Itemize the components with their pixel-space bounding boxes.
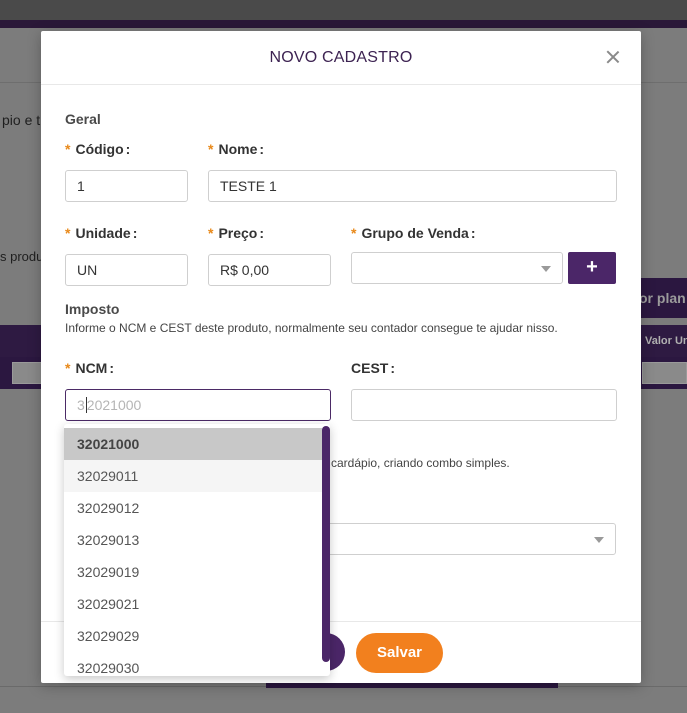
ncm-label: * NCM: [65,360,115,376]
modal-header: NOVO CADASTRO [41,31,641,85]
add-grupo-venda-button[interactable]: + [568,252,616,284]
ncm-option[interactable]: 32029030 [64,652,322,676]
ncm-option[interactable]: 32029011 [64,460,322,492]
nome-label: * Nome: [208,141,265,157]
bg-text-top: pio e t [2,112,41,128]
unidade-label: * Unidade: [65,225,138,241]
ncm-option[interactable]: 32029013 [64,524,322,556]
imposto-description: Informe o NCM e CEST deste produto, norm… [65,321,558,335]
ncm-option[interactable]: 32029021 [64,588,322,620]
ncm-option[interactable]: 32029012 [64,492,322,524]
close-icon[interactable] [604,48,622,66]
codigo-input[interactable]: 1 [65,170,188,202]
bg-row-input [642,362,687,384]
bg-row-input [12,362,42,384]
modal-title: NOVO CADASTRO [269,49,413,66]
cest-label: CEST: [351,360,396,376]
dropdown-scrollbar[interactable] [322,426,330,662]
grupo-venda-label: * Grupo de Venda: [351,225,476,241]
cest-input[interactable] [351,389,617,421]
bg-text-mid: s produ [0,249,44,264]
nome-input[interactable]: TESTE 1 [208,170,617,202]
ncm-option[interactable]: 32029019 [64,556,322,588]
ncm-option[interactable]: 32021000 [64,428,322,460]
ncm-options-list: 32021000 32029011 32029012 32029013 32029019… [64,428,322,676]
codigo-label: * Código: [65,141,131,157]
bg-action-button: or plan [641,278,687,318]
chevron-down-icon [541,266,551,272]
app-topbar-accent [0,20,687,28]
combo-description: u cardápio, criando combo simples. [321,456,510,470]
ncm-input[interactable]: 3 2021000 [65,389,331,421]
grupo-venda-select[interactable] [351,252,563,284]
section-imposto-title: Imposto [65,301,120,317]
ncm-option[interactable]: 32029029 [64,620,322,652]
combo-select[interactable] [321,523,616,555]
preco-label: * Preço: [208,225,265,241]
chevron-down-icon [594,537,604,543]
bg-table-header-label: Valor Un [645,335,687,347]
unidade-input[interactable]: UN [65,254,188,286]
section-geral-title: Geral [65,111,101,127]
preco-input[interactable]: R$ 0,00 [208,254,331,286]
app-topbar [0,0,687,20]
save-button[interactable]: Salvar [356,633,443,673]
ncm-autocomplete-dropdown: 32021000 32029011 32029012 32029013 32029019… [64,424,330,676]
bg-footer-bar [266,683,558,688]
